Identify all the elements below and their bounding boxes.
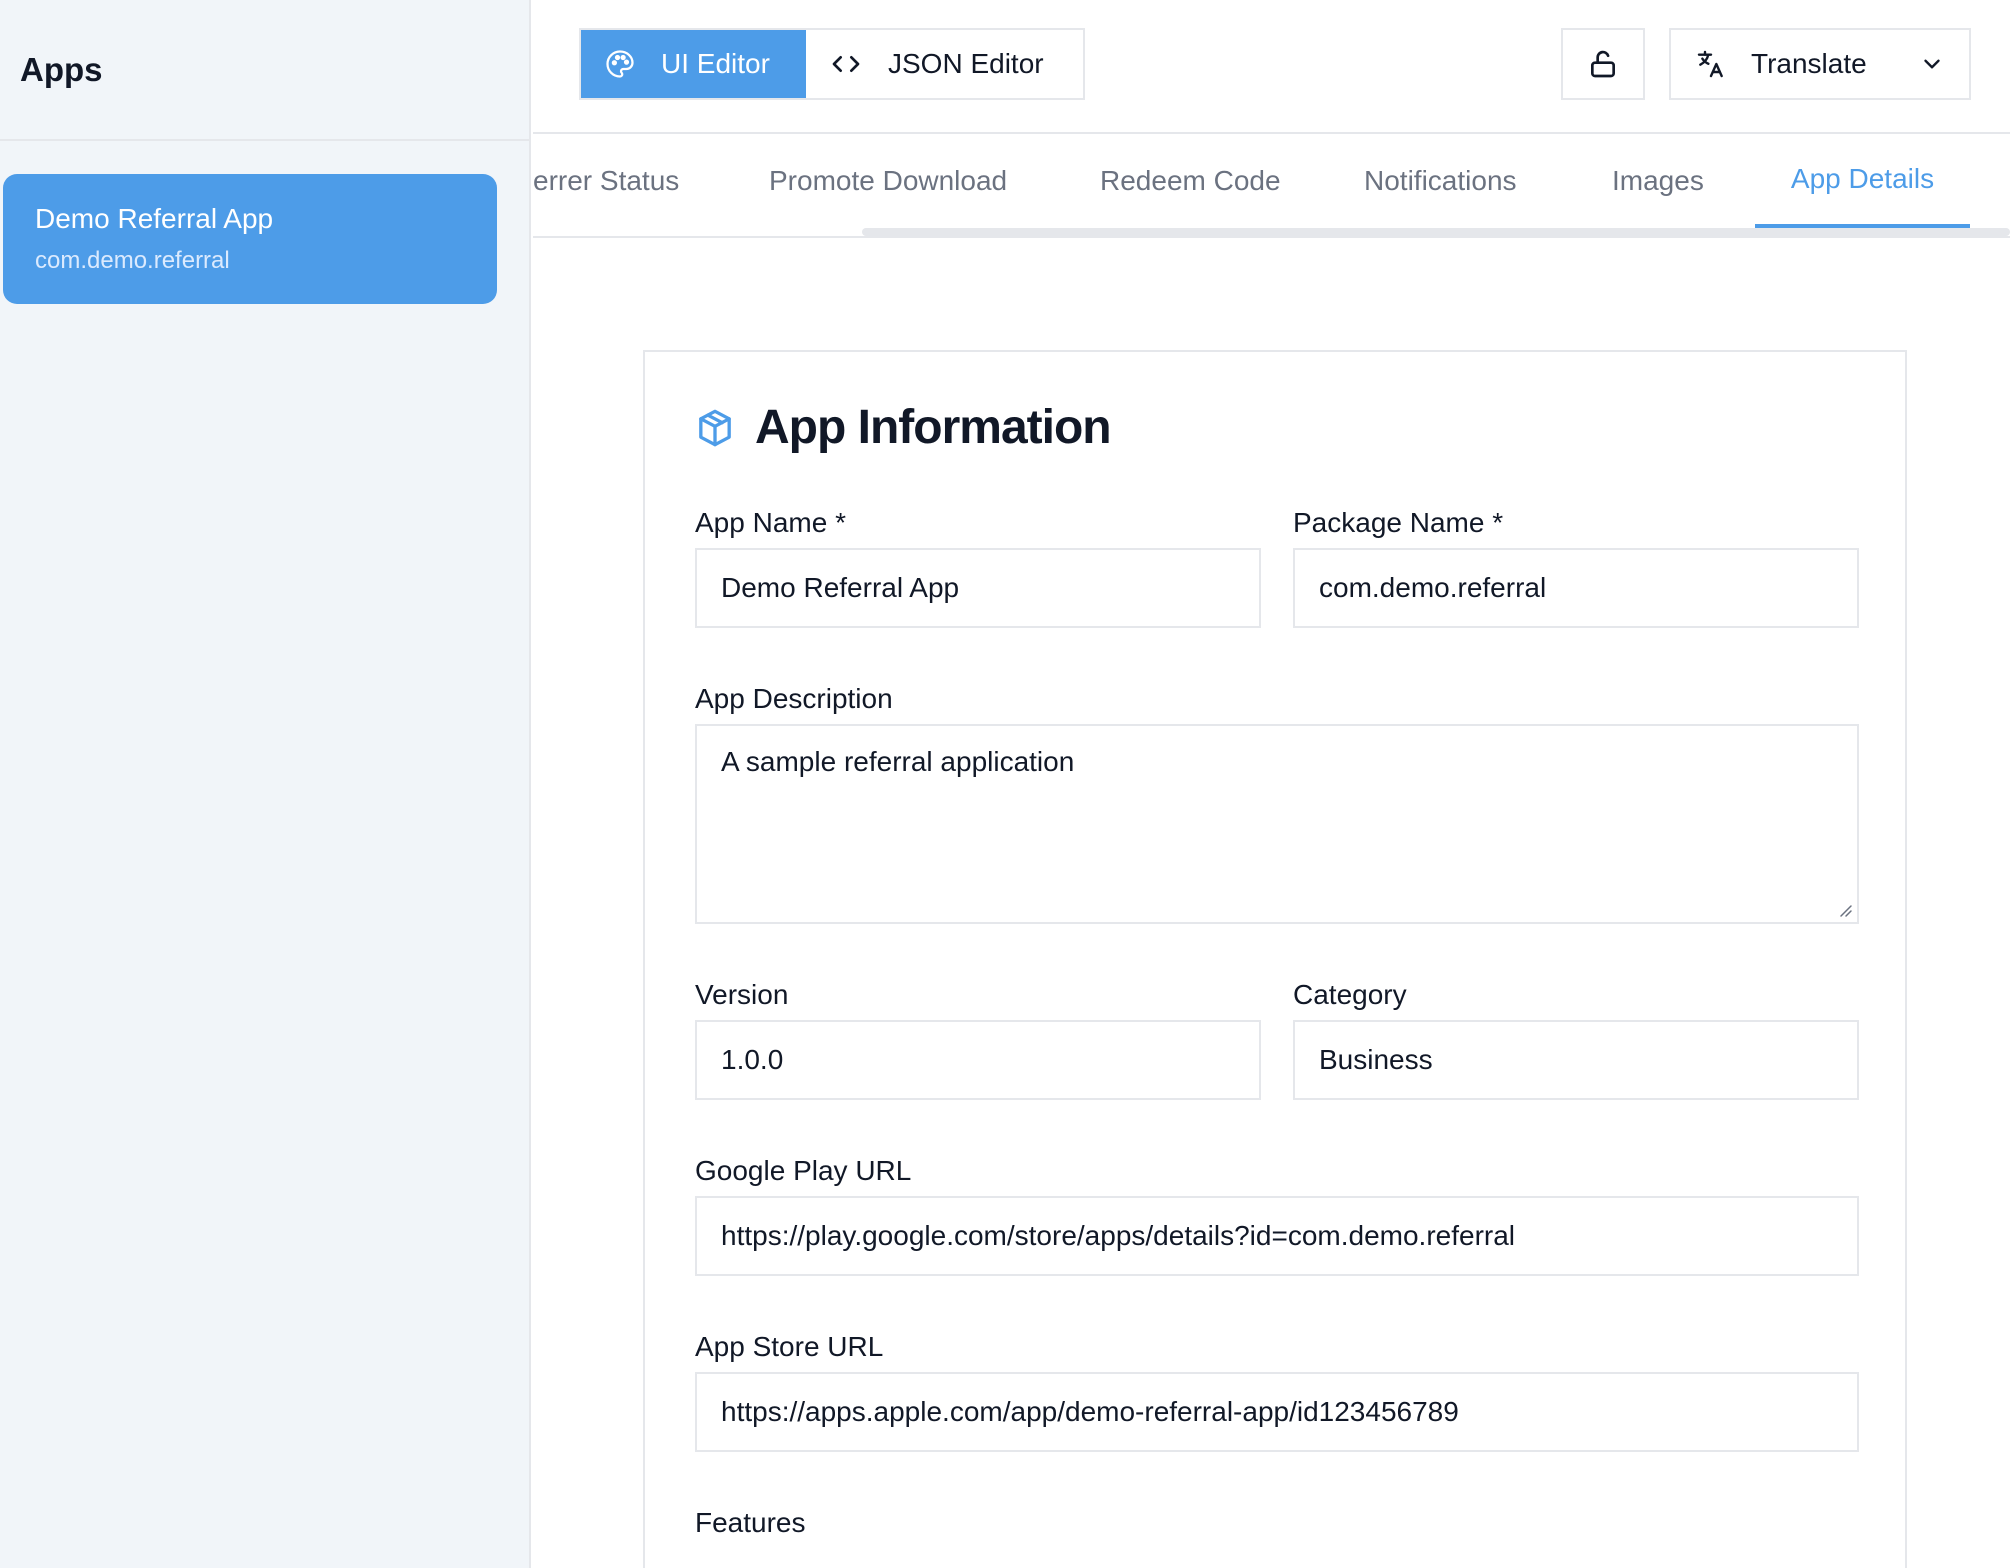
app-store-url-label: App Store URL <box>695 1331 884 1362</box>
app-information-card: App Information App Name * Demo Referral… <box>643 350 1907 1568</box>
palette-icon <box>606 50 634 78</box>
app-list-item-name: Demo Referral App <box>35 203 274 234</box>
json-editor-label: JSON Editor <box>888 48 1044 79</box>
app-description-field: App Description A sample referral applic… <box>695 682 1859 926</box>
app-description-value: A sample referral application <box>721 746 1075 777</box>
json-editor-button[interactable]: JSON Editor <box>806 30 1083 98</box>
app-name-field: App Name * Demo Referral App <box>695 506 1261 630</box>
sidebar-title: Apps <box>20 50 103 88</box>
version-input[interactable]: 1.0.0 <box>695 1020 1261 1100</box>
version-label: Version <box>695 979 789 1010</box>
version-field: Version 1.0.0 <box>695 978 1261 1102</box>
google-play-url-field: Google Play URL https://play.google.com/… <box>695 1154 1859 1278</box>
package-name-field: Package Name * com.demo.referral <box>1293 506 1859 630</box>
app-store-url-field: App Store URL https://apps.apple.com/app… <box>695 1330 1859 1454</box>
card-header: App Information <box>695 400 1112 455</box>
ui-editor-label: UI Editor <box>661 48 770 79</box>
tab-referrer-status[interactable]: errer Status <box>533 134 679 228</box>
editor-mode-toggle: UI Editor JSON Editor <box>579 28 1085 100</box>
editor-toolbar: UI Editor JSON Editor Translate <box>533 0 2010 134</box>
apps-sidebar: Apps Demo Referral App com.demo.referral <box>0 0 531 1568</box>
sidebar-header: Apps <box>0 0 529 141</box>
ui-editor-button[interactable]: UI Editor <box>581 30 806 98</box>
category-field: Category Business <box>1293 978 1859 1102</box>
section-tabs: errer Status Promote Download Redeem Cod… <box>533 134 2010 238</box>
lock-toggle-button[interactable] <box>1561 28 1645 100</box>
tab-notifications[interactable]: Notifications <box>1364 134 1517 228</box>
tab-images[interactable]: Images <box>1612 134 1704 228</box>
tab-promote-download[interactable]: Promote Download <box>769 134 1007 228</box>
unlock-icon <box>1591 50 1615 78</box>
code-icon <box>832 55 860 72</box>
resize-grip-icon[interactable] <box>1837 902 1853 918</box>
package-name-label: Package Name * <box>1293 507 1504 538</box>
app-list-item-selected[interactable]: Demo Referral App com.demo.referral <box>3 174 497 304</box>
card-title: App Information <box>755 401 1112 454</box>
category-label: Category <box>1293 979 1407 1010</box>
chevron-down-icon <box>1924 59 1940 69</box>
package-icon <box>699 409 731 446</box>
translate-label: Translate <box>1751 48 1867 79</box>
main-content: App Information App Name * Demo Referral… <box>533 238 2010 1568</box>
tab-redeem-code[interactable]: Redeem Code <box>1100 134 1281 228</box>
category-input[interactable]: Business <box>1293 1020 1859 1100</box>
app-name-input[interactable]: Demo Referral App <box>695 548 1261 628</box>
app-name-label: App Name * <box>695 507 846 538</box>
translate-dropdown[interactable]: Translate <box>1669 28 1971 100</box>
app-list-item-package: com.demo.referral <box>35 247 230 274</box>
package-name-input[interactable]: com.demo.referral <box>1293 548 1859 628</box>
google-play-url-label: Google Play URL <box>695 1155 912 1186</box>
app-description-label: App Description <box>695 683 893 714</box>
features-field: Features <box>695 1506 1859 1546</box>
features-label: Features <box>695 1507 806 1538</box>
app-description-textarea[interactable]: A sample referral application <box>695 724 1859 924</box>
tab-app-details[interactable]: App Details <box>1755 134 1970 228</box>
tabs-scrollbar[interactable] <box>862 228 2010 236</box>
translate-icon <box>1697 50 1723 78</box>
app-store-url-input[interactable]: https://apps.apple.com/app/demo-referral… <box>695 1372 1859 1452</box>
google-play-url-input[interactable]: https://play.google.com/store/apps/detai… <box>695 1196 1859 1276</box>
